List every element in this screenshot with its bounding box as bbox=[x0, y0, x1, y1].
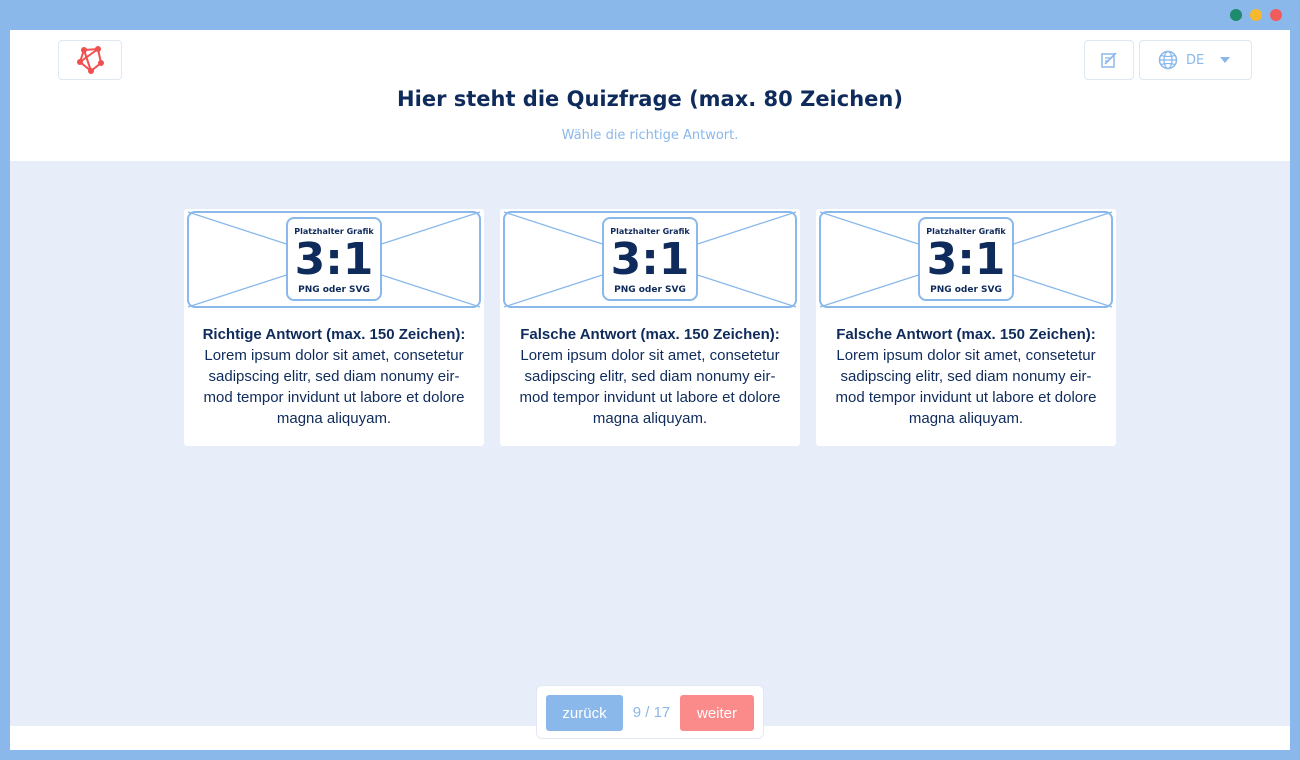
placeholder-format: PNG oder SVG bbox=[930, 285, 1002, 295]
quiz-question-title: Hier steht die Quizfrage (max. 80 Zeiche… bbox=[397, 87, 903, 111]
answer-body: Lorem ipsum dolor sit amet, consetetur s… bbox=[203, 347, 465, 427]
answer-text: Richtige Antwort (max. 150 Zeichen): Lor… bbox=[198, 324, 470, 429]
placeholder-ratio: 3:1 bbox=[294, 234, 374, 285]
answer-heading: Falsche Antwort (max. 150 Zeichen): bbox=[836, 326, 1096, 343]
placeholder-badge: Platzhalter Grafik 3:1 PNG oder SVG bbox=[918, 217, 1014, 301]
next-button[interactable]: weiter bbox=[680, 695, 754, 731]
caret-down-icon bbox=[1220, 57, 1230, 63]
placeholder-graphic: Platzhalter Grafik 3:1 PNG oder SVG bbox=[187, 211, 481, 308]
window-dot-red[interactable] bbox=[1270, 9, 1282, 21]
answer-body: Lorem ipsum dolor sit amet, consetetur s… bbox=[835, 347, 1097, 427]
answer-card-1[interactable]: Platzhalter Grafik 3:1 PNG oder SVG Rich… bbox=[184, 209, 484, 446]
quiz-instruction: Wähle die richtige Antwort. bbox=[561, 128, 739, 143]
language-value: DE bbox=[1186, 52, 1205, 68]
answer-heading: Richtige Antwort (max. 150 Zeichen): bbox=[202, 326, 466, 343]
answer-card-2[interactable]: Platzhalter Grafik 3:1 PNG oder SVG Fals… bbox=[500, 209, 800, 446]
quiz-page: DE Hier steht die Quizfrage (max. 80 Zei… bbox=[10, 30, 1290, 750]
placeholder-graphic: Platzhalter Grafik 3:1 PNG oder SVG bbox=[819, 211, 1113, 308]
edit-note-icon bbox=[1101, 52, 1117, 68]
language-select[interactable]: DE bbox=[1139, 40, 1252, 80]
edit-button[interactable] bbox=[1084, 40, 1134, 80]
page-indicator: 9 / 17 bbox=[632, 704, 671, 721]
placeholder-format: PNG oder SVG bbox=[614, 285, 686, 295]
globe-icon bbox=[1158, 50, 1178, 70]
logo[interactable] bbox=[58, 40, 122, 80]
pagination: zurück 9 / 17 weiter bbox=[536, 685, 764, 739]
window-dot-green[interactable] bbox=[1230, 9, 1242, 21]
answer-card-3[interactable]: Platzhalter Grafik 3:1 PNG oder SVG Fals… bbox=[816, 209, 1116, 446]
placeholder-badge: Platzhalter Grafik 3:1 PNG oder SVG bbox=[286, 217, 382, 301]
placeholder-ratio: 3:1 bbox=[926, 234, 1006, 285]
window-controls bbox=[1230, 9, 1282, 21]
answer-heading: Falsche Antwort (max. 150 Zeichen): bbox=[520, 326, 780, 343]
answer-text: Falsche Antwort (max. 150 Zeichen): Lore… bbox=[830, 324, 1102, 429]
window-dot-yellow[interactable] bbox=[1250, 9, 1262, 21]
quiz-header: DE Hier steht die Quizfrage (max. 80 Zei… bbox=[10, 30, 1290, 161]
placeholder-graphic: Platzhalter Grafik 3:1 PNG oder SVG bbox=[503, 211, 797, 308]
placeholder-badge: Platzhalter Grafik 3:1 PNG oder SVG bbox=[602, 217, 698, 301]
placeholder-format: PNG oder SVG bbox=[298, 285, 370, 295]
app-window: DE Hier steht die Quizfrage (max. 80 Zei… bbox=[0, 0, 1300, 760]
placeholder-ratio: 3:1 bbox=[610, 234, 690, 285]
answer-text: Falsche Antwort (max. 150 Zeichen): Lore… bbox=[514, 324, 786, 429]
answer-body: Lorem ipsum dolor sit amet, consetetur s… bbox=[519, 347, 781, 427]
network-logo-icon bbox=[77, 46, 104, 74]
back-button[interactable]: zurück bbox=[546, 695, 623, 731]
